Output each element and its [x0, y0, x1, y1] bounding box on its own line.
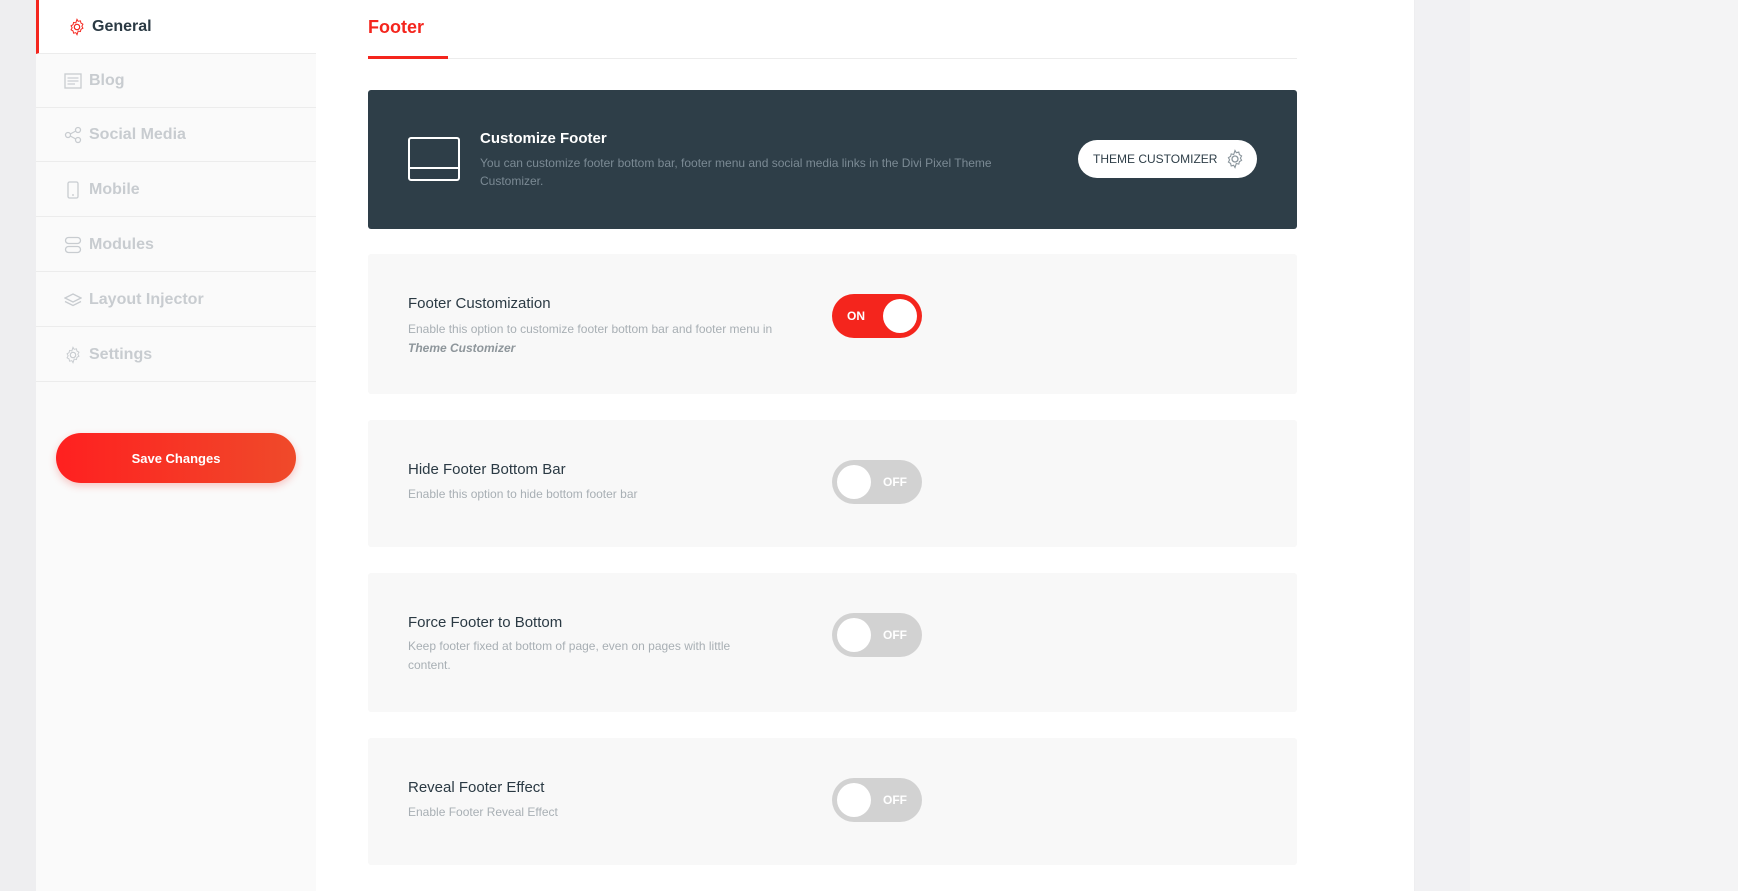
setting-title: Force Footer to Bottom [408, 614, 563, 631]
setting-card-footer-customization: Footer Customization Enable this option … [368, 254, 1297, 394]
tab-divider [368, 58, 1297, 59]
toggle-knob [837, 783, 871, 817]
toggle-knob [837, 618, 871, 652]
banner-description: You can customize footer bottom bar, foo… [480, 156, 992, 188]
active-tab-indicator [368, 56, 448, 59]
toggle-state-label: OFF [883, 475, 907, 489]
setting-description: Enable this option to customize footer b… [408, 322, 773, 355]
sidebar-item-mobile[interactable]: Mobile [36, 163, 316, 217]
setting-card-hide-footer-bottom-bar: Hide Footer Bottom Bar Enable this optio… [368, 420, 1297, 547]
footer-customization-toggle[interactable]: ON [832, 294, 922, 338]
hide-footer-bottom-bar-toggle[interactable]: OFF [832, 460, 922, 504]
setting-card-reveal-footer-effect: Reveal Footer Effect Enable Footer Revea… [368, 738, 1297, 865]
save-changes-button[interactable]: Save Changes [56, 433, 296, 483]
theme-customizer-label: THEME CUSTOMIZER [1093, 152, 1218, 166]
tab-footer[interactable]: Footer [368, 17, 424, 38]
toggle-knob [837, 465, 871, 499]
blog-icon [64, 72, 82, 90]
sidebar-item-social-media[interactable]: Social Media [36, 108, 316, 162]
sidebar-item-label: Layout Injector [89, 290, 204, 308]
layers-icon [64, 291, 82, 309]
gear-icon [1225, 149, 1245, 172]
force-footer-to-bottom-toggle[interactable]: OFF [832, 613, 922, 657]
share-icon [64, 126, 82, 144]
theme-customizer-button[interactable]: THEME CUSTOMIZER [1078, 140, 1257, 178]
modules-icon [64, 236, 82, 254]
banner-title: Customize Footer [480, 130, 607, 147]
sidebar-item-label: Modules [89, 235, 154, 253]
sidebar-item-label: General [92, 17, 152, 35]
setting-card-force-footer-to-bottom: Force Footer to Bottom Keep footer fixed… [368, 573, 1297, 712]
customize-footer-banner: Customize Footer You can customize foote… [368, 90, 1297, 229]
gear-icon [64, 345, 82, 364]
reveal-footer-effect-toggle[interactable]: OFF [832, 778, 922, 822]
sidebar-item-modules[interactable]: Modules [36, 218, 316, 272]
toggle-state-label: OFF [883, 793, 907, 807]
toggle-state-label: ON [847, 309, 865, 323]
sidebar-item-layout-injector[interactable]: Layout Injector [36, 273, 316, 327]
setting-description: Enable this option to hide bottom footer… [408, 487, 638, 501]
sidebar-item-general[interactable]: General [36, 0, 316, 54]
sidebar-item-label: Blog [89, 71, 125, 89]
sidebar-item-label: Social Media [89, 125, 186, 143]
sidebar-item-blog[interactable]: Blog [36, 54, 316, 108]
sidebar-item-label: Settings [89, 345, 153, 363]
setting-title: Reveal Footer Effect [408, 779, 545, 796]
sidebar-item-label: Mobile [89, 180, 140, 198]
sidebar-item-settings[interactable]: Settings [36, 328, 316, 382]
toggle-state-label: OFF [883, 628, 907, 642]
theme-customizer-emphasis: Theme Customizer [408, 341, 516, 355]
setting-description: Enable Footer Reveal Effect [408, 805, 558, 819]
page-background-far-right [1470, 0, 1738, 891]
footer-layout-icon [408, 137, 460, 186]
gear-icon [68, 17, 86, 36]
mobile-icon [64, 180, 82, 199]
toggle-knob [883, 299, 917, 333]
setting-title: Footer Customization [408, 295, 551, 312]
setting-title: Hide Footer Bottom Bar [408, 461, 566, 478]
setting-description: Keep footer fixed at bottom of page, eve… [408, 639, 731, 672]
